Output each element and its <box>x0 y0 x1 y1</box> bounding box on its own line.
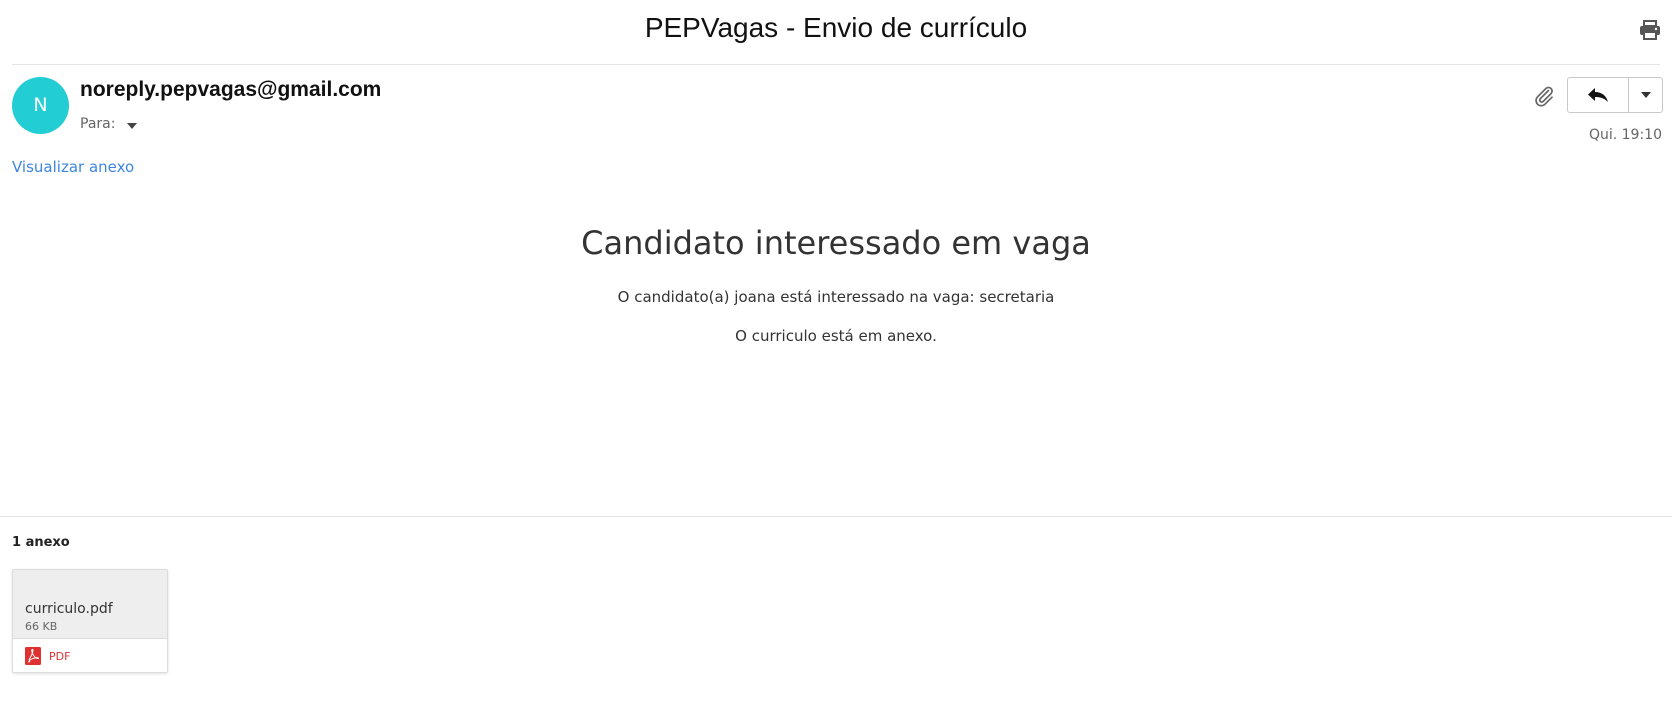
recipients-toggle[interactable]: Para: <box>80 116 138 132</box>
attachment-size: 66 KB <box>25 620 58 633</box>
title-divider <box>12 64 1660 65</box>
email-date: Qui. 19:10 <box>1588 127 1662 143</box>
sender-address[interactable]: noreply.pepvagas@gmail.com <box>80 78 381 102</box>
printer-icon[interactable] <box>1638 18 1662 42</box>
body-line-attachment-note: O curriculo está em anexo. <box>735 327 937 345</box>
chevron-down-icon <box>1640 92 1651 98</box>
title-bar: PEPVagas - Envio de currículo <box>0 0 1672 62</box>
attachments-divider <box>0 516 1672 517</box>
attachment-card[interactable]: curriculo.pdf 66 KB PDF <box>12 569 168 673</box>
paperclip-icon <box>1532 84 1556 108</box>
body-line-candidate: O candidato(a) joana está interessado na… <box>617 288 1055 306</box>
view-attachment-link[interactable]: Visualizar anexo <box>12 158 134 176</box>
sender-avatar: N <box>12 77 69 134</box>
reply-more-button[interactable] <box>1629 78 1662 112</box>
reply-button[interactable] <box>1568 78 1628 112</box>
pdf-icon <box>25 647 41 665</box>
attachment-type: PDF <box>49 649 71 663</box>
recipients-label: Para: <box>80 116 116 132</box>
chevron-down-icon <box>127 122 138 129</box>
attachments-count: 1 anexo <box>12 535 70 550</box>
email-view: PEPVagas - Envio de currículo N noreply.… <box>0 0 1672 705</box>
reply-button-group <box>1567 77 1663 113</box>
reply-arrow-icon <box>1588 88 1609 102</box>
attachment-name: curriculo.pdf <box>25 601 113 617</box>
email-subject: PEPVagas - Envio de currículo <box>644 12 1028 43</box>
attachment-preview: curriculo.pdf 66 KB <box>13 570 167 639</box>
attachment-footer: PDF <box>13 639 167 672</box>
body-heading: Candidato interessado em vaga <box>581 224 1091 262</box>
